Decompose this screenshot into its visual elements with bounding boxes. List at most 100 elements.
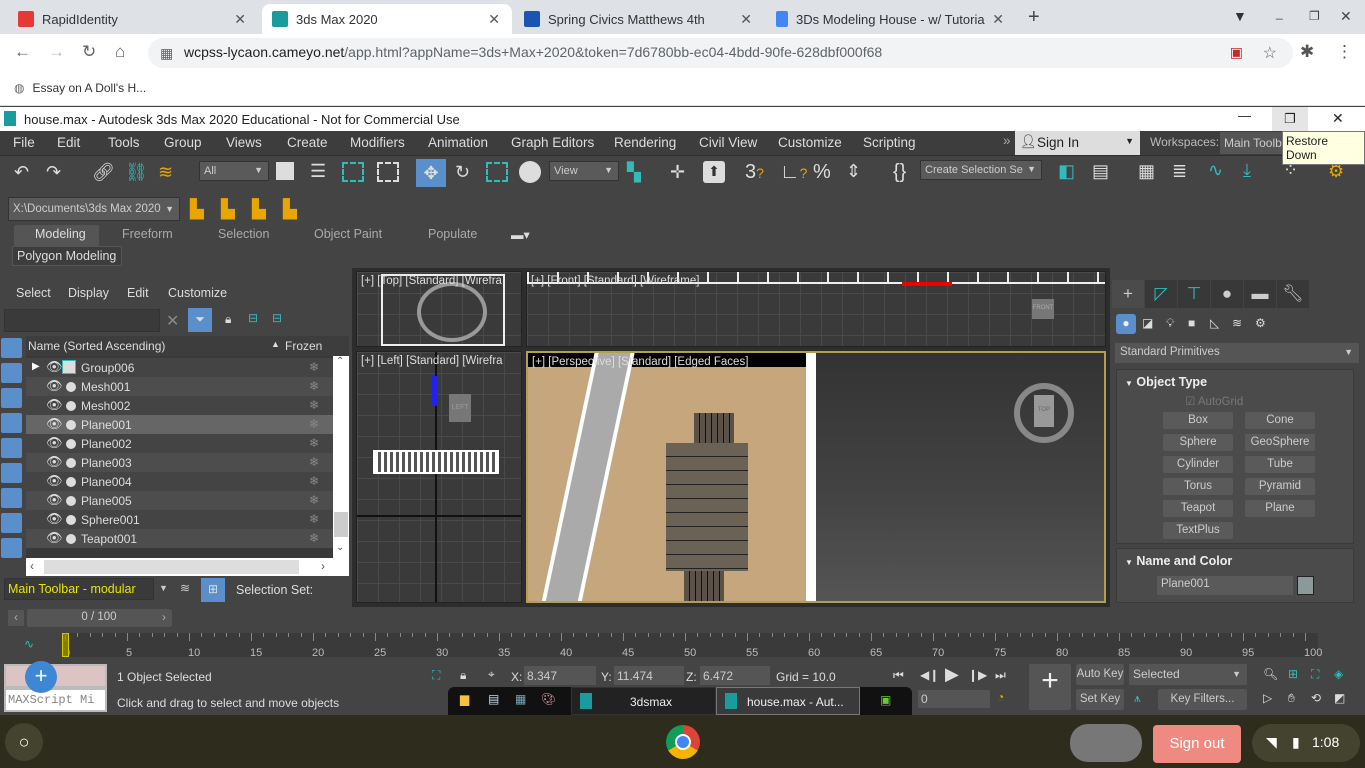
- display-filter-geometry-icon[interactable]: [1, 338, 22, 358]
- viewport-label-top[interactable]: [+] [Top] [Standard] [Wirefra: [361, 275, 502, 287]
- app-restore-button[interactable]: ❐: [1272, 107, 1308, 131]
- systems-icon[interactable]: ⚙: [1255, 316, 1266, 330]
- set-key-big-button[interactable]: +: [1029, 664, 1071, 710]
- display-filter-groups-icon[interactable]: [1, 488, 22, 508]
- column-frozen[interactable]: Frozen: [285, 339, 322, 353]
- hierarchy-collapse-icon[interactable]: ⊟: [272, 311, 282, 325]
- paint-icon[interactable]: 🎨︎: [541, 692, 556, 706]
- display-tab-icon[interactable]: ▬: [1244, 280, 1276, 308]
- cameras-icon[interactable]: ■: [1188, 316, 1195, 330]
- layers-icon[interactable]: ≋: [180, 581, 190, 595]
- close-window-button[interactable]: ✕: [1340, 8, 1352, 25]
- close-tab-icon[interactable]: ✕: [992, 11, 1004, 28]
- freeze-icon[interactable]: ❄: [309, 474, 319, 488]
- visibility-eye-icon[interactable]: 👁︎: [46, 454, 63, 470]
- freeze-icon[interactable]: ❄: [309, 360, 319, 374]
- select-object-icon[interactable]: [276, 162, 294, 180]
- spinner-snap-icon[interactable]: ⇕: [846, 162, 861, 180]
- chrome-icon[interactable]: [666, 725, 700, 759]
- menu-customize[interactable]: Customize: [778, 135, 842, 150]
- menu-modifiers[interactable]: Modifiers: [350, 135, 405, 150]
- snaps-toggle-icon[interactable]: 3?: [745, 162, 764, 182]
- tab-spring-civics[interactable]: Spring Civics Matthews 4th ✕: [514, 4, 764, 34]
- name-and-color-header[interactable]: ▼ Name and Color: [1125, 554, 1232, 568]
- explorer-name-dropdown[interactable]: Main Toolbar - modular: [4, 578, 154, 600]
- menu-animation[interactable]: Animation: [428, 135, 488, 150]
- freeze-icon[interactable]: ❄: [309, 417, 319, 431]
- explorer-menu-edit[interactable]: Edit: [127, 286, 149, 300]
- display-filter-shapes-icon[interactable]: [1, 363, 22, 383]
- window-crossing-icon[interactable]: [377, 162, 399, 182]
- reference-coordinate-dropdown[interactable]: View ▼: [549, 161, 619, 181]
- taskbar-house-max[interactable]: house.max - Aut...: [716, 687, 860, 715]
- zoom-extents-all-icon[interactable]: ◈: [1334, 667, 1343, 681]
- close-tab-icon[interactable]: ✕: [234, 11, 246, 28]
- screen-capture-thumbnail[interactable]: [1070, 724, 1142, 762]
- status-tray[interactable]: ◥ ▮ 1:08: [1252, 724, 1360, 762]
- maximize-viewport-icon[interactable]: ◩: [1334, 691, 1345, 705]
- primitive-tube-button[interactable]: Tube: [1245, 456, 1315, 473]
- reload-button[interactable]: ↻: [82, 42, 96, 62]
- previous-frame-icon[interactable]: ◀❙: [920, 668, 939, 682]
- ribbon-tab-populate[interactable]: Populate: [428, 227, 477, 241]
- selection-lock-icon[interactable]: 🔒︎: [460, 668, 466, 683]
- redo-icon[interactable]: ↷: [46, 163, 61, 181]
- more-menus-icon[interactable]: »: [1003, 133, 1011, 148]
- chrome-menu-icon[interactable]: ⋮: [1336, 42, 1353, 62]
- project-folder-dropdown[interactable]: X:\Documents\3ds Max 2020 ▼: [8, 197, 180, 221]
- workspaces-dropdown[interactable]: Main Toolba: [1220, 132, 1282, 154]
- menu-views[interactable]: Views: [226, 135, 262, 150]
- modify-tab-icon[interactable]: ◸: [1145, 280, 1177, 308]
- chair-object[interactable]: [694, 413, 734, 443]
- viewport-label-front[interactable]: [+] [Front] [Standard] [Wireframe]: [531, 275, 699, 287]
- auto-key-button[interactable]: Auto Key: [1076, 664, 1124, 685]
- bookmark-star-icon[interactable]: ☆: [1263, 43, 1277, 63]
- placement-icon[interactable]: [519, 161, 541, 183]
- viewport-front[interactable]: FRONT [+] [Front] [Standard] [Wireframe]: [526, 271, 1106, 347]
- menu-graph-editors[interactable]: Graph Editors: [511, 135, 594, 150]
- freeze-icon[interactable]: ❄: [309, 379, 319, 393]
- hierarchy-expand-icon[interactable]: ⊟: [248, 311, 258, 325]
- viewcube-left[interactable]: LEFT: [449, 394, 471, 422]
- hierarchy-tab-icon[interactable]: ⊤: [1178, 280, 1210, 308]
- viewcube[interactable]: [417, 282, 487, 342]
- freeze-icon[interactable]: ❄: [309, 455, 319, 469]
- pan-icon[interactable]: ✋︎: [1288, 691, 1295, 706]
- project-settings-icon[interactable]: ▙: [190, 200, 204, 218]
- sign-out-button[interactable]: Sign out: [1153, 725, 1241, 763]
- visibility-eye-icon[interactable]: 👁︎: [46, 473, 63, 489]
- helpers-icon[interactable]: ◺: [1210, 316, 1219, 330]
- object-name-input[interactable]: Plane001: [1157, 576, 1293, 595]
- table-object[interactable]: [666, 443, 748, 571]
- menu-edit[interactable]: Edit: [57, 135, 80, 150]
- mirror-icon[interactable]: ◧: [1058, 162, 1075, 180]
- visibility-eye-icon[interactable]: 👁︎: [46, 530, 63, 546]
- primitive-geosphere-button[interactable]: GeoSphere: [1245, 434, 1315, 451]
- freeze-icon[interactable]: ❄: [309, 512, 319, 526]
- app-close-button[interactable]: ✕: [1332, 110, 1344, 127]
- object-color-swatch[interactable]: [1297, 576, 1314, 595]
- pivot-center-icon[interactable]: ▚: [627, 163, 641, 181]
- visibility-eye-icon[interactable]: 👁︎: [46, 359, 63, 375]
- explorer-menu-select[interactable]: Select: [16, 286, 51, 300]
- schematic-view-icon[interactable]: ⤓: [1243, 161, 1251, 179]
- profile-dropdown-icon[interactable]: ▼: [1233, 8, 1247, 24]
- ribbon-options-icon[interactable]: ▬▾: [511, 227, 530, 242]
- time-slider[interactable]: 0 / 100: [27, 609, 171, 627]
- display-filter-xrefs-icon[interactable]: [1, 513, 22, 533]
- viewport-perspective[interactable]: TOP [+] [Perspective] [Standard] [Edged …: [526, 351, 1106, 603]
- select-by-name-icon[interactable]: ☰: [310, 162, 326, 180]
- menu-create[interactable]: Create: [287, 135, 328, 150]
- default-in-out-tangent-icon[interactable]: ⩚: [1134, 691, 1141, 706]
- visibility-eye-icon[interactable]: 👁︎: [46, 416, 63, 432]
- selection-filter-dropdown[interactable]: All ▼: [199, 161, 269, 181]
- go-to-end-icon[interactable]: ⏭: [995, 668, 1006, 683]
- explorer-row[interactable]: 👁︎ Plane004 ❄: [26, 472, 333, 491]
- primitive-sphere-button[interactable]: Sphere: [1163, 434, 1233, 451]
- freeze-icon[interactable]: ❄: [309, 436, 319, 450]
- visibility-eye-icon[interactable]: 👁︎: [46, 435, 63, 451]
- y-coordinate-field[interactable]: 11.474: [614, 666, 684, 685]
- notepad-icon[interactable]: ▤: [488, 692, 499, 706]
- horizontal-scrollbar[interactable]: ‹ ›: [26, 558, 349, 576]
- isolate-selection-icon[interactable]: ⛶: [432, 668, 440, 683]
